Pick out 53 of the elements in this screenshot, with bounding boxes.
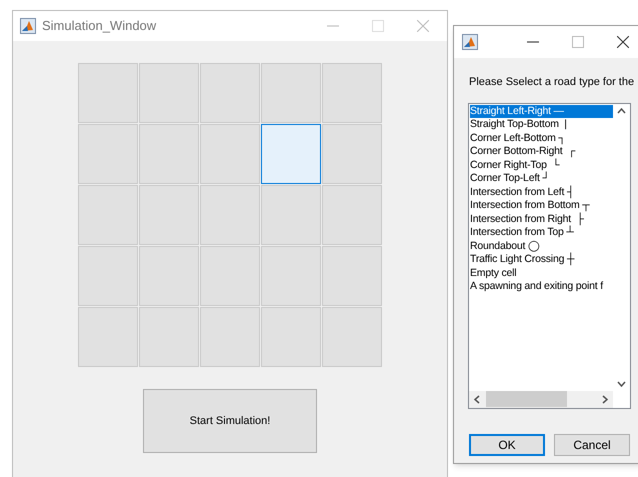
list-item[interactable]: Intersection from Top ┴ bbox=[470, 226, 613, 240]
scroll-down-icon[interactable] bbox=[617, 380, 626, 386]
grid-cell[interactable] bbox=[322, 63, 382, 123]
grid-cell[interactable] bbox=[78, 246, 138, 306]
grid-cell[interactable] bbox=[200, 185, 260, 245]
maximize-icon[interactable] bbox=[372, 20, 384, 32]
list-item[interactable]: Roundabout ◯ bbox=[470, 240, 613, 253]
close-icon[interactable] bbox=[617, 36, 629, 48]
grid-cell[interactable] bbox=[261, 246, 321, 306]
grid-cell[interactable] bbox=[322, 246, 382, 306]
list-item[interactable]: A spawning and exiting point f bbox=[470, 280, 613, 294]
grid-cell[interactable] bbox=[78, 124, 138, 184]
dialog-button[interactable]: Cancel bbox=[554, 434, 630, 456]
grid-cell[interactable] bbox=[200, 246, 260, 306]
list-item[interactable]: Intersection from Bottom ┬ bbox=[470, 199, 613, 212]
dialog-button[interactable]: OK bbox=[469, 434, 545, 456]
list-item[interactable]: Corner Top-Left ┘ bbox=[470, 172, 613, 186]
app-icon bbox=[20, 18, 36, 34]
grid-cell[interactable] bbox=[322, 124, 382, 184]
grid-cell[interactable] bbox=[261, 63, 321, 123]
start-simulation-button[interactable]: Start Simulation! bbox=[143, 389, 317, 453]
grid-cell[interactable] bbox=[200, 307, 260, 367]
list-item[interactable]: Empty cell bbox=[470, 266, 613, 280]
grid-cell[interactable] bbox=[322, 307, 382, 367]
scroll-up-icon[interactable] bbox=[617, 108, 626, 114]
grid-cell[interactable] bbox=[261, 185, 321, 245]
window-title: Simulation_Window bbox=[42, 17, 158, 36]
grid-cell[interactable] bbox=[78, 307, 138, 367]
grid-cell[interactable] bbox=[139, 246, 199, 306]
app-icon bbox=[462, 34, 478, 50]
grid-cell[interactable] bbox=[261, 124, 321, 184]
scrollbar-thumb[interactable] bbox=[486, 391, 567, 407]
grid-cell[interactable] bbox=[200, 63, 260, 123]
list-item[interactable]: Straight Left-Right — bbox=[470, 104, 613, 118]
grid-cell[interactable] bbox=[200, 124, 260, 184]
list-item[interactable]: Corner Right-Top └ bbox=[470, 158, 613, 172]
prompt-text: Please Sselect a road type for the bbox=[469, 75, 636, 90]
grid-cell[interactable] bbox=[139, 63, 199, 123]
grid-cell[interactable] bbox=[322, 185, 382, 245]
grid-cell[interactable] bbox=[261, 307, 321, 367]
grid-cell[interactable] bbox=[139, 124, 199, 184]
list-item[interactable]: Intersection from Left ┤ bbox=[470, 186, 613, 199]
grid-cell[interactable] bbox=[78, 185, 138, 245]
list-item[interactable]: Corner Left-Bottom ┐ bbox=[470, 132, 613, 145]
maximize-icon[interactable] bbox=[572, 36, 584, 48]
list-item[interactable]: Corner Bottom-Right ┌ bbox=[470, 145, 613, 158]
grid-cell[interactable] bbox=[139, 307, 199, 367]
grid-cell[interactable] bbox=[139, 185, 199, 245]
list-item[interactable]: Intersection from Right ├ bbox=[470, 212, 613, 226]
list-item[interactable]: Straight Top-Bottom | bbox=[470, 118, 613, 132]
horizontal-scrollbar[interactable] bbox=[469, 390, 613, 408]
grid-cell[interactable] bbox=[78, 63, 138, 123]
list-item[interactable]: Traffic Light Crossing ┼ bbox=[470, 253, 613, 266]
